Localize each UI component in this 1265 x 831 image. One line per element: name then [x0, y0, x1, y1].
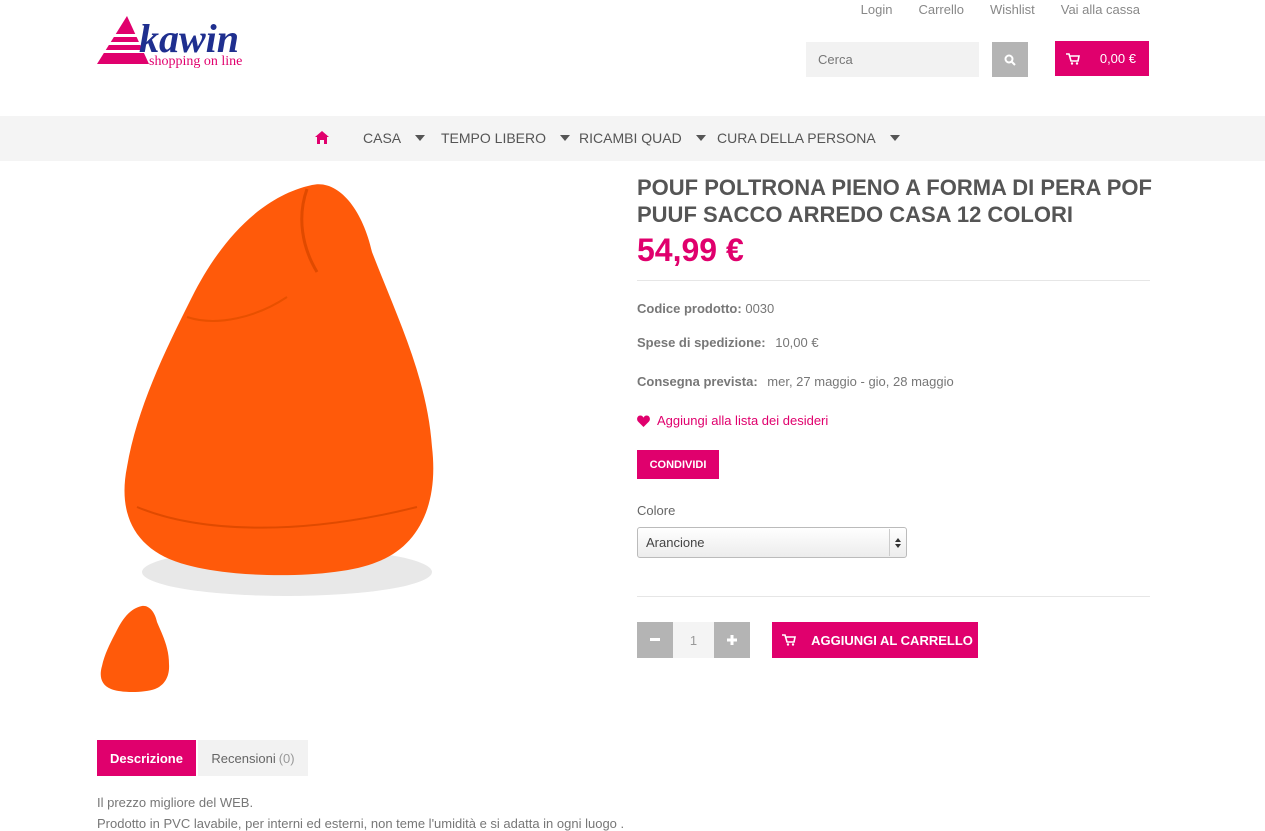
- product-code-row: Codice prodotto: 0030: [637, 301, 774, 316]
- quantity-input[interactable]: [673, 622, 714, 658]
- tab-reviews-label: Recensioni: [211, 750, 276, 766]
- cart-total: 0,00 €: [1099, 51, 1136, 66]
- color-label: Colore: [637, 503, 676, 518]
- product-code-label: Codice prodotto:: [637, 301, 742, 316]
- wishlist-link[interactable]: Wishlist: [990, 2, 1035, 17]
- tab-description[interactable]: Descrizione: [97, 740, 196, 776]
- header-cart-button[interactable]: 0,00 €: [1055, 41, 1149, 76]
- delivery-value: mer, 27 maggio - gio, 28 maggio: [767, 374, 954, 389]
- wishlist-label: Aggiungi alla lista dei desideri: [657, 413, 829, 428]
- heart-icon: [637, 415, 650, 427]
- description-line: Il prezzo migliore del WEB.: [97, 795, 254, 810]
- shipping-label: Spese di spedizione:: [637, 335, 766, 350]
- main-nav: CASA TEMPO LIBERO RICAMBI QUAD CURA DELL…: [0, 116, 1265, 161]
- product-price: 54,99 €: [637, 232, 744, 268]
- logo-tagline: shopping on line: [149, 54, 242, 68]
- chevron-down-icon: [415, 135, 426, 141]
- plus-icon: [727, 635, 737, 645]
- reviews-count: (0): [278, 750, 295, 766]
- site-logo[interactable]: kawin shopping on line: [97, 14, 297, 68]
- quantity-decrease-button[interactable]: [637, 622, 673, 658]
- nav-item-label: CASA: [363, 130, 402, 146]
- nav-item-label: RICAMBI QUAD: [579, 130, 682, 146]
- select-arrows-icon: [889, 529, 905, 556]
- cart-icon: [1055, 52, 1091, 65]
- nav-item-label: TEMPO LIBERO: [441, 130, 547, 146]
- product-thumbnail[interactable]: [97, 604, 175, 694]
- description-line: Prodotto in PVC lavabile, per interni ed…: [97, 816, 625, 831]
- quantity-increase-button[interactable]: [714, 622, 750, 658]
- divider: [637, 596, 1150, 597]
- search-button[interactable]: [992, 42, 1028, 77]
- color-select[interactable]: Arancione: [637, 527, 907, 558]
- add-to-cart-label: AGGIUNGI AL CARRELLO: [811, 632, 973, 648]
- product-main-image[interactable]: [97, 177, 471, 605]
- nav-item-tempo-libero[interactable]: TEMPO LIBERO: [441, 130, 571, 146]
- delivery-row: Consegna prevista: mer, 27 maggio - gio,…: [637, 374, 954, 389]
- nav-item-ricambi-quad[interactable]: RICAMBI QUAD: [579, 130, 706, 146]
- nav-item-casa[interactable]: CASA: [363, 130, 426, 146]
- checkout-link[interactable]: Vai alla cassa: [1061, 2, 1140, 17]
- product-description: Il prezzo migliore del WEB. Prodotto in …: [97, 792, 624, 831]
- divider: [637, 280, 1150, 281]
- nav-item-cura-della-persona[interactable]: CURA DELLA PERSONA: [717, 130, 900, 146]
- color-selected-value: Arancione: [646, 535, 705, 550]
- logo-graphic: kawin shopping on line: [97, 16, 242, 68]
- search-icon: [1004, 54, 1016, 66]
- search-input[interactable]: [806, 42, 979, 77]
- login-link[interactable]: Login: [861, 2, 893, 17]
- shipping-row: Spese di spedizione: 10,00 €: [637, 335, 819, 350]
- share-button[interactable]: CONDIVIDI: [637, 450, 719, 479]
- product-title: POUF POLTRONA PIENO A FORMA DI PERA POF …: [637, 175, 1152, 227]
- nav-item-label: CURA DELLA PERSONA: [717, 130, 876, 146]
- tab-reviews[interactable]: Recensioni (0): [198, 740, 308, 776]
- chevron-down-icon: [560, 135, 571, 141]
- home-icon[interactable]: [315, 131, 329, 147]
- chevron-down-icon: [695, 135, 706, 141]
- tab-description-label: Descrizione: [110, 750, 183, 766]
- delivery-label: Consegna prevista:: [637, 374, 758, 389]
- product-code-value: 0030: [745, 301, 775, 316]
- cart-link[interactable]: Carrello: [918, 2, 964, 17]
- add-to-wishlist-link[interactable]: Aggiungi alla lista dei desideri: [637, 413, 828, 428]
- minus-icon: [650, 638, 660, 641]
- top-links: Login Carrello Wishlist Vai alla cassa: [835, 2, 1140, 17]
- chevron-down-icon: [889, 135, 900, 141]
- add-to-cart-button[interactable]: AGGIUNGI AL CARRELLO: [772, 622, 978, 658]
- shipping-value: 10,00 €: [775, 335, 819, 350]
- cart-icon: [772, 634, 806, 646]
